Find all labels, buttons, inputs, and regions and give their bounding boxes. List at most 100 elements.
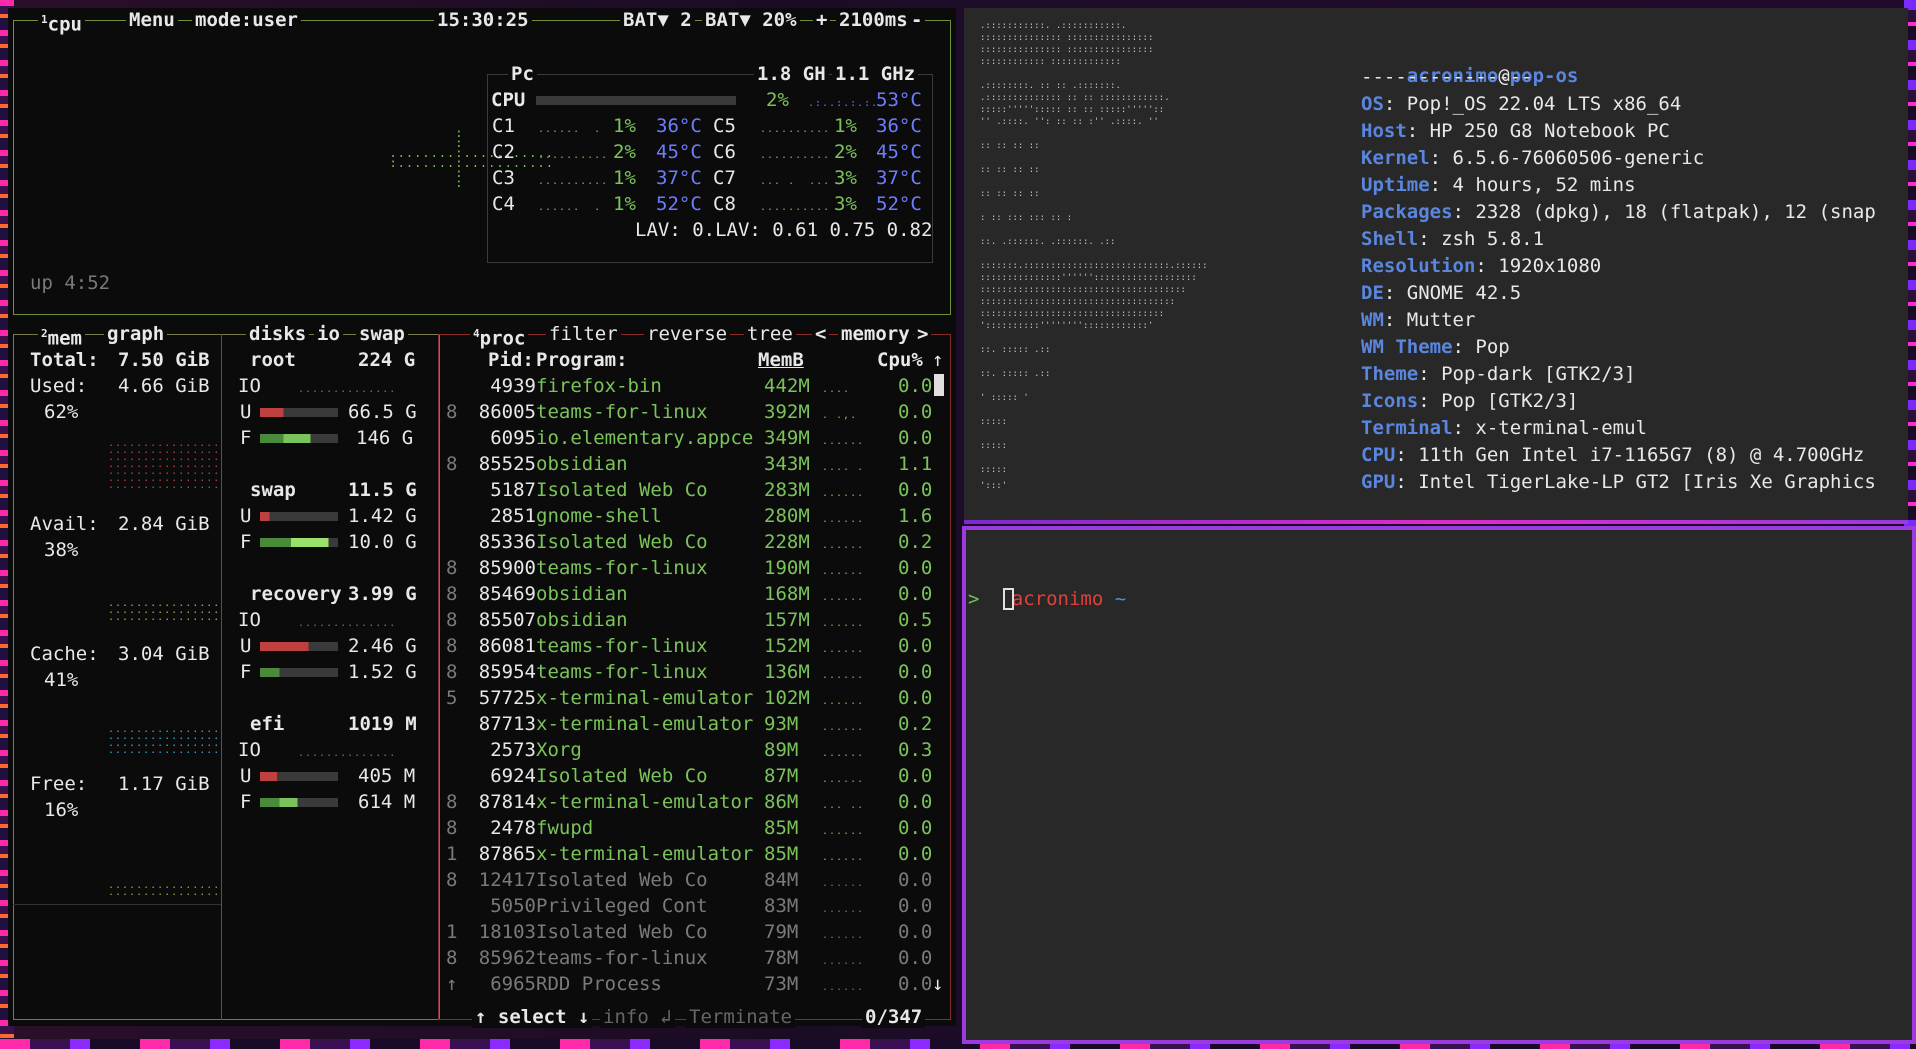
cpu-total-label: CPU <box>491 89 526 111</box>
cpu-box-title[interactable]: 1cpu <box>38 9 85 36</box>
disk-used: 66.5 G <box>348 401 417 423</box>
neofetch-value: : Mutter <box>1383 309 1476 331</box>
proc-box-title[interactable]: 4proc <box>470 323 529 350</box>
core-pct: 1% <box>613 115 636 137</box>
neofetch-key: OS <box>1361 93 1384 115</box>
cpu-freq-1: 1.8 GH <box>754 63 829 85</box>
table-row[interactable] <box>444 763 932 789</box>
table-row[interactable] <box>444 477 932 503</box>
disk-free-bar <box>260 538 338 547</box>
menu-button[interactable]: Menu <box>126 9 178 31</box>
btop-terminal[interactable]: 1cpu Menu mode:user 15:30:25 BAT▼ 2 BAT▼… <box>8 8 956 1028</box>
disk-used-label: U <box>240 635 252 657</box>
proc-scrollbar-thumb[interactable] <box>934 374 944 396</box>
table-row[interactable] <box>444 581 932 607</box>
interval-decrease-button[interactable]: - <box>908 9 926 31</box>
core-temp: 45°C <box>876 141 922 163</box>
disk-free-bar <box>260 668 338 677</box>
svg-text:'::::::::::'''''''':::::::::::: '::::::::::''''''''::::::::::::' <box>980 321 1153 331</box>
neofetch-info-line: GPU: Intel TigerLake-LP GT2 [Iris Xe Gra… <box>1361 469 1876 495</box>
table-row[interactable] <box>444 685 932 711</box>
neofetch-info-line: DE: GNOME 42.5 <box>1361 280 1521 306</box>
table-row[interactable] <box>444 711 932 737</box>
info-button[interactable]: info ↲ <box>600 1006 675 1028</box>
table-row[interactable] <box>444 737 932 763</box>
neofetch-value: : 2328 (dpkg), 18 (flatpak), 12 (snap <box>1452 201 1876 223</box>
disks-io-toggle[interactable]: io <box>314 323 343 345</box>
table-row[interactable] <box>444 373 932 399</box>
table-row[interactable] <box>444 815 932 841</box>
table-row[interactable] <box>444 971 932 997</box>
col-pid[interactable]: Pid: <box>488 347 534 373</box>
table-row[interactable] <box>444 425 932 451</box>
core-pct: 2% <box>834 141 857 163</box>
svg-text::::::: ::::: <box>980 417 1007 427</box>
table-row[interactable] <box>444 893 932 919</box>
sort-direction-icon[interactable]: ↑ <box>932 347 943 373</box>
table-row[interactable] <box>444 633 932 659</box>
proc-reverse-toggle[interactable]: reverse <box>644 323 731 345</box>
table-row[interactable] <box>444 659 932 685</box>
battery-2: BAT▼ 20% <box>702 9 800 31</box>
disk-io-graph: .............. <box>298 384 397 395</box>
svg-text:::. ::::: .::: ::. ::::: .:: <box>980 369 1050 379</box>
disk-io-label: IO <box>238 375 261 397</box>
svg-text::: :: :: ::: :: :: :: :: <box>980 141 1040 151</box>
table-row[interactable] <box>444 555 932 581</box>
disks-title[interactable]: disks <box>246 323 310 345</box>
core-graph: .......... <box>538 150 609 161</box>
neofetch-info-line: Uptime: 4 hours, 52 mins <box>1361 172 1636 198</box>
neofetch-terminal[interactable]: .:::::::::::. .:::::::::::. ::::::::::::… <box>964 8 1908 522</box>
svg-text:::. ::::: .::: ::. ::::: .:: <box>980 345 1050 355</box>
disk-used-bar <box>260 772 338 781</box>
cpu-total-temp: 53°C <box>876 89 922 111</box>
disks-swap-toggle[interactable]: swap <box>356 323 408 345</box>
table-row[interactable] <box>444 919 932 945</box>
disk-size: 1019 M <box>348 713 417 735</box>
proc-filter-button[interactable]: filter <box>546 323 621 345</box>
mem-box-title[interactable]: 2mem <box>38 323 85 350</box>
mem-used-graph: ........................................… <box>108 438 221 491</box>
mem-avail: 2.84 GiB <box>118 513 210 535</box>
neofetch-key: Resolution <box>1361 255 1476 277</box>
neofetch-value: : 4 hours, 52 mins <box>1429 174 1636 196</box>
proc-tree-toggle[interactable]: tree <box>744 323 796 345</box>
table-row[interactable] <box>444 945 932 971</box>
table-row[interactable] <box>444 451 932 477</box>
shell-cursor[interactable] <box>1003 588 1014 610</box>
select-control[interactable]: ↑ select ↓ <box>472 1006 593 1028</box>
terminate-button[interactable]: Terminate <box>686 1006 795 1028</box>
interval-increase-button[interactable]: + <box>813 9 831 31</box>
col-program[interactable]: Program: <box>536 347 628 373</box>
svg-text:: :: ::: :::: : :: ::: ::: :: : <box>980 213 1072 223</box>
mem-graph-toggle[interactable]: graph <box>104 323 168 345</box>
sort-next-button[interactable]: > <box>914 323 932 345</box>
svg-text:::::::::::::::::::::::::::::::: :::::::::::::::::::::::::::::::::: <box>980 309 1164 319</box>
svg-text:.:::::::::::::: :: :: :::::: .:::::::::::::: :: :: ::::::::::::. <box>980 93 1170 103</box>
proc-scroll-down-icon[interactable]: ↓ <box>932 971 943 997</box>
neofetch-info-line: OS: Pop!_OS 22.04 LTS x86_64 <box>1361 91 1681 117</box>
col-memb[interactable]: MemB <box>758 347 804 373</box>
table-row[interactable] <box>444 529 932 555</box>
table-row[interactable] <box>444 867 932 893</box>
mem-avail-pct: 38% <box>44 539 79 561</box>
svg-text:' ::::: ': ' ::::: ' <box>980 393 1029 403</box>
cpu-freq-2: 1.1 GHz <box>832 63 919 85</box>
table-row[interactable] <box>444 789 932 815</box>
table-row[interactable] <box>444 503 932 529</box>
disk-free-bar <box>260 798 338 807</box>
mem-free-label: Free: <box>30 773 88 795</box>
svg-text::: :: :: ::: :: :: :: :: <box>980 165 1040 175</box>
col-cpu[interactable]: Cpu% <box>877 347 923 373</box>
sort-prev-button[interactable]: < <box>812 323 830 345</box>
table-row[interactable] <box>444 399 932 425</box>
disk-free: 10.0 G <box>348 531 417 553</box>
shell-terminal[interactable]: acronimo ~ > <box>962 526 1916 1044</box>
shell-prompt-symbol: > <box>968 588 980 610</box>
table-row[interactable] <box>444 841 932 867</box>
table-row[interactable] <box>444 607 932 633</box>
mode-toggle[interactable]: mode:user <box>192 9 301 31</box>
mem-used: 4.66 GiB <box>118 375 210 397</box>
core-name: C8 <box>713 193 736 215</box>
sort-field[interactable]: memory <box>838 323 913 345</box>
